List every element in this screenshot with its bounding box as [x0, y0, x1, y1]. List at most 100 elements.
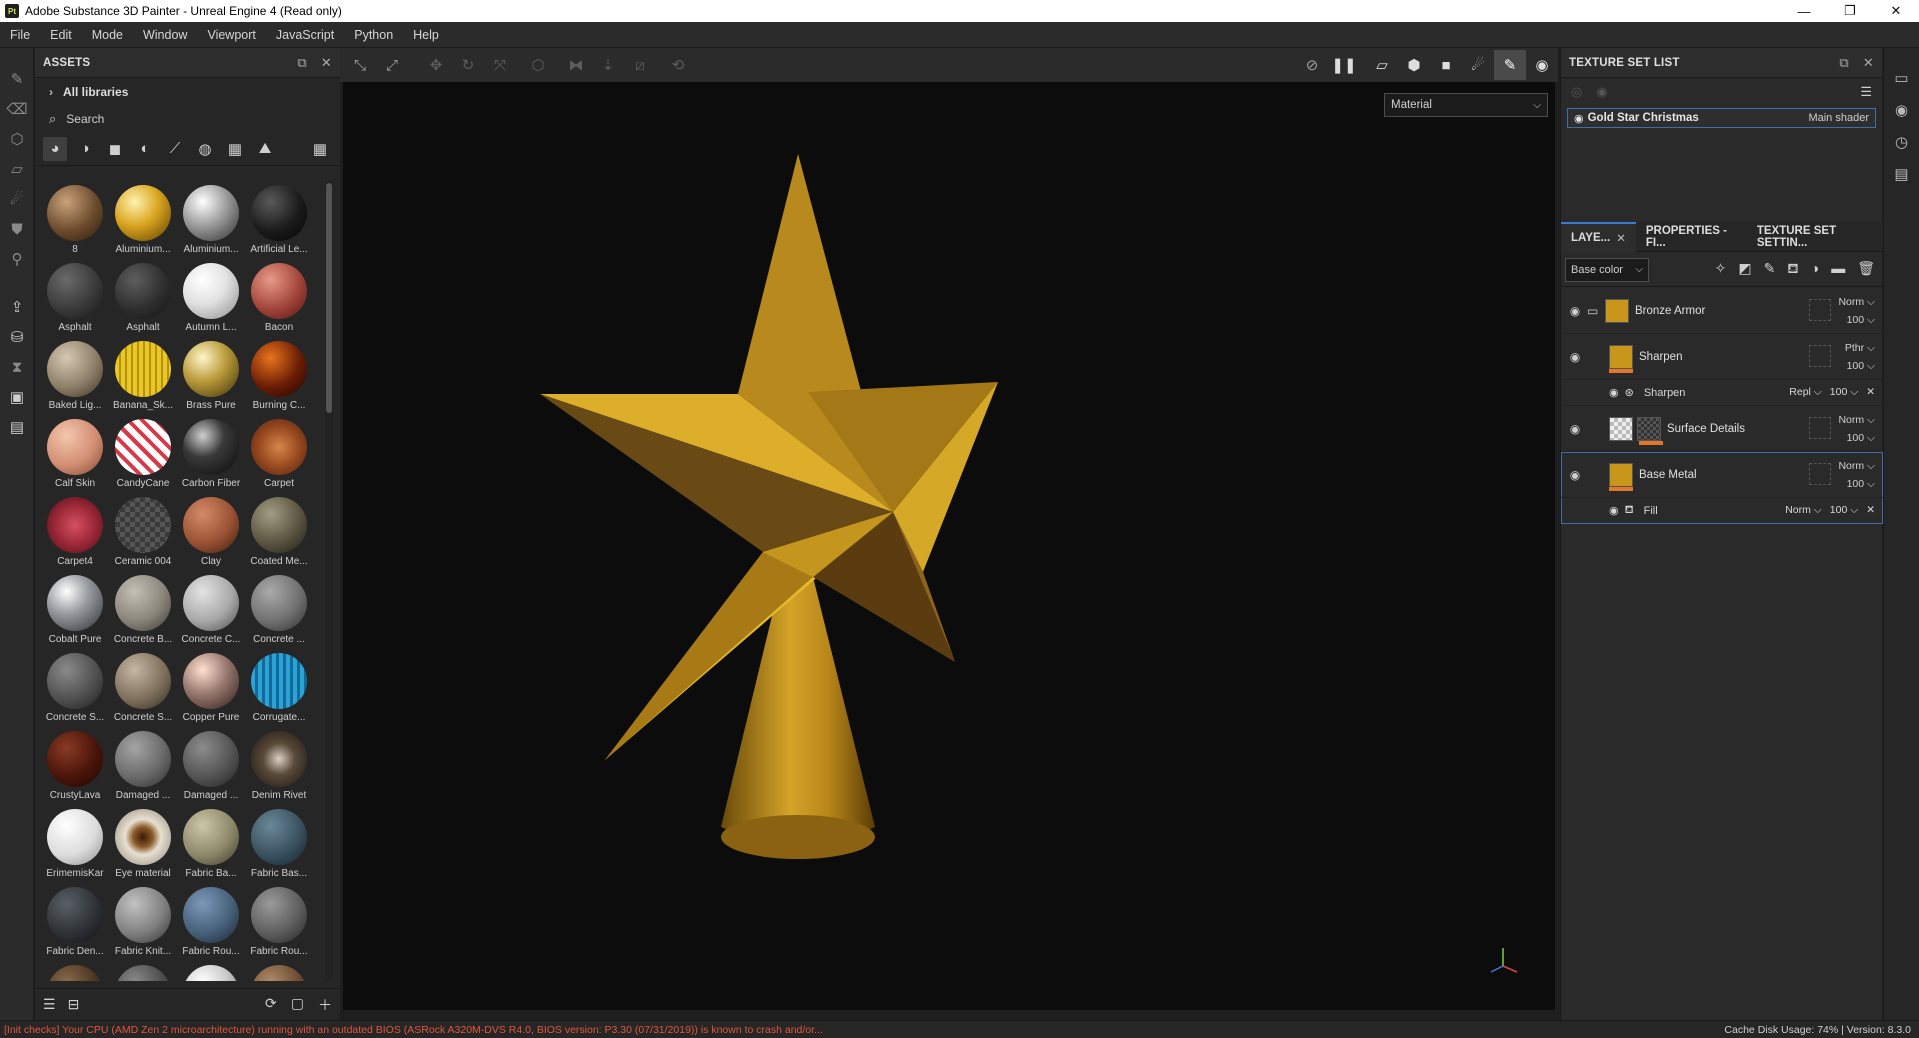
- export-icon[interactable]: ⇪: [0, 292, 34, 322]
- paint-brush-tool-icon[interactable]: ✎: [0, 64, 34, 94]
- asset-item[interactable]: Fabric Knit...: [109, 883, 177, 961]
- opacity-value[interactable]: 100: [1830, 386, 1848, 398]
- asset-item[interactable]: [245, 961, 313, 981]
- iray-icon[interactable]: ☄: [1462, 50, 1494, 80]
- projection-tool-icon[interactable]: ⬡: [0, 124, 34, 154]
- asset-item[interactable]: Asphalt: [41, 259, 109, 337]
- asset-item[interactable]: Copper Pure: [177, 649, 245, 727]
- blend-mode[interactable]: Repl: [1789, 386, 1811, 398]
- close-panel-icon[interactable]: ✕: [1863, 55, 1874, 71]
- scale-icon[interactable]: ⤧: [484, 50, 516, 80]
- eye-icon[interactable]: ◉: [1609, 504, 1619, 517]
- tab-properties[interactable]: PROPERTIES - FI...: [1636, 222, 1747, 252]
- asset-item[interactable]: ErimemisKar: [41, 805, 109, 883]
- asset-item[interactable]: [109, 961, 177, 981]
- layer-surface-details[interactable]: ◉ Surface Details Norm ⌵ 100 ⌵: [1561, 406, 1883, 452]
- asset-item[interactable]: Denim Rivet: [245, 727, 313, 805]
- move-icon[interactable]: ✥: [420, 50, 452, 80]
- asset-item[interactable]: CrustyLava: [41, 727, 109, 805]
- asset-item[interactable]: Fabric Bas...: [245, 805, 313, 883]
- screenshot-icon[interactable]: ◉: [1526, 50, 1558, 80]
- color-picker-tool-icon[interactable]: ⚲: [0, 244, 34, 274]
- log-icon[interactable]: ▤: [1884, 158, 1919, 190]
- asset-item[interactable]: Concrete B...: [109, 571, 177, 649]
- layer-blend[interactable]: Norm ⌵ 100 ⌵: [1838, 293, 1875, 329]
- layer-blend[interactable]: Norm ⌵ 100 ⌵: [1838, 411, 1875, 447]
- eraser-tool-icon[interactable]: ⌫: [0, 94, 34, 124]
- align-icon[interactable]: ⇣: [592, 50, 624, 80]
- environment-filter-icon[interactable]: ⛰: [253, 137, 277, 161]
- layer-blend[interactable]: Pthr ⌵ 100 ⌵: [1845, 339, 1875, 375]
- show-all-icon[interactable]: ◉: [1596, 84, 1607, 100]
- mask-slot[interactable]: [1809, 417, 1831, 439]
- eye-icon[interactable]: ◉: [1609, 386, 1619, 399]
- minimize-button[interactable]: —: [1781, 0, 1827, 22]
- bake-icon[interactable]: ⛁: [0, 322, 34, 352]
- scrollbar-thumb[interactable]: [326, 183, 332, 413]
- menu-javascript[interactable]: JavaScript: [266, 28, 344, 42]
- channel-select[interactable]: Base color ⌵: [1565, 257, 1649, 282]
- object-icon[interactable]: ⬡: [522, 50, 554, 80]
- shelf-icon[interactable]: ▤: [0, 412, 34, 442]
- asset-item[interactable]: Fabric Rou...: [177, 883, 245, 961]
- add-effect-icon[interactable]: ✧: [1715, 260, 1727, 279]
- asset-item[interactable]: Damaged ...: [109, 727, 177, 805]
- eye-icon[interactable]: ◉: [1563, 350, 1587, 364]
- add-smart-material-icon[interactable]: ◑: [1811, 260, 1819, 279]
- asset-item[interactable]: Baked Lig...: [41, 337, 109, 415]
- sublayer-sharpen-filter[interactable]: ◉ ⊛ Sharpen Repl ⌵ 100 ⌵ ✕: [1561, 380, 1883, 406]
- polygon-fill-tool-icon[interactable]: ▱: [0, 154, 34, 184]
- asset-item[interactable]: Burning C...: [245, 337, 313, 415]
- history-icon[interactable]: ◷: [1884, 126, 1919, 158]
- material-mode-select[interactable]: Material ⌵: [1384, 93, 1548, 117]
- layer-base-metal[interactable]: ◉ Base Metal Norm ⌵ 100 ⌵: [1561, 452, 1883, 498]
- menu-edit[interactable]: Edit: [40, 28, 82, 42]
- asset-item[interactable]: Bacon: [245, 259, 313, 337]
- 3d-viewport[interactable]: Material ⌵: [343, 82, 1555, 1010]
- layer-sharpen[interactable]: ◉ Sharpen Pthr ⌵ 100 ⌵: [1561, 334, 1883, 380]
- eye-icon[interactable]: ◉: [1574, 112, 1584, 125]
- asset-item[interactable]: Carpet: [245, 415, 313, 493]
- asset-item[interactable]: Coated Me...: [245, 493, 313, 571]
- mask-slot[interactable]: [1809, 463, 1831, 485]
- menu-help[interactable]: Help: [403, 28, 449, 42]
- tab-layers[interactable]: LAYE... ✕: [1561, 221, 1636, 252]
- asset-item[interactable]: Brass Pure: [177, 337, 245, 415]
- rotate-icon[interactable]: ↻: [452, 50, 484, 80]
- asset-item[interactable]: Corrugate...: [245, 649, 313, 727]
- eye-icon[interactable]: ◉: [1563, 422, 1587, 436]
- asset-item[interactable]: Cobalt Pure: [41, 571, 109, 649]
- masks-filter-icon[interactable]: ◼: [103, 137, 127, 161]
- comment-icon[interactable]: ▭: [1884, 62, 1919, 94]
- blend-mode[interactable]: Norm: [1838, 460, 1864, 472]
- status-warning[interactable]: [Init checks] Your CPU (AMD Zen 2 microa…: [4, 1024, 823, 1036]
- particles-filter-icon[interactable]: ◍: [193, 137, 217, 161]
- library-selector[interactable]: › All libraries: [35, 78, 340, 106]
- eye-icon[interactable]: ◉: [1563, 468, 1587, 482]
- asset-item[interactable]: Asphalt: [109, 259, 177, 337]
- asset-item[interactable]: Aluminium...: [177, 181, 245, 259]
- asset-item[interactable]: Concrete S...: [109, 649, 177, 727]
- smudge-tool-icon[interactable]: ☄: [0, 184, 34, 214]
- opacity-value[interactable]: 100: [1847, 432, 1865, 444]
- asset-item[interactable]: Fabric Den...: [41, 883, 109, 961]
- opacity-value[interactable]: 100: [1847, 314, 1865, 326]
- layer-mask-thumbnail[interactable]: [1637, 416, 1661, 441]
- menu-mode[interactable]: Mode: [82, 28, 133, 42]
- close-window-button[interactable]: ✕: [1873, 0, 1919, 22]
- hide-all-icon[interactable]: ◎: [1571, 84, 1582, 100]
- pause-icon[interactable]: ❚❚: [1328, 50, 1360, 80]
- asset-item[interactable]: Fabric Ba...: [177, 805, 245, 883]
- tab-texture-set-settings[interactable]: TEXTURE SET SETTIN...: [1747, 222, 1883, 252]
- asset-item[interactable]: Carpet4: [41, 493, 109, 571]
- transform-options-icon[interactable]: ⤢: [376, 50, 408, 80]
- camera-icon[interactable]: ■: [1430, 50, 1462, 80]
- add-fill-layer-icon[interactable]: ⛾: [1787, 260, 1798, 279]
- asset-item[interactable]: Carbon Fiber: [177, 415, 245, 493]
- asset-item[interactable]: 8: [41, 181, 109, 259]
- blend-mode[interactable]: Norm: [1785, 504, 1811, 516]
- menu-window[interactable]: Window: [133, 28, 197, 42]
- undock-icon[interactable]: ⧉: [1839, 55, 1848, 71]
- opacity-value[interactable]: 100: [1830, 504, 1848, 516]
- reset-icon[interactable]: ⟲: [662, 50, 694, 80]
